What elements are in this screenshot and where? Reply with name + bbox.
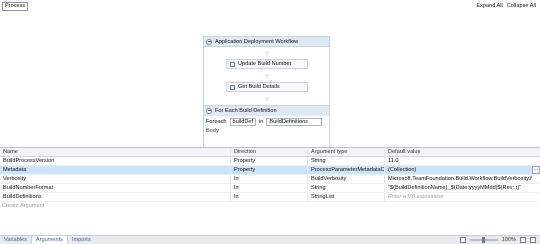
foreach-body-label: Body xyxy=(206,128,219,134)
flow-arrow-icon: ▽ xyxy=(265,97,269,103)
application-deployment-workflow[interactable]: Application Deployment Workflow ▽ Update… xyxy=(203,36,330,158)
argument-type-cell[interactable]: BuildVerbosity xyxy=(308,175,385,183)
activity-label: Update Build Number xyxy=(238,61,292,67)
workflow-title: Application Deployment Workflow xyxy=(215,38,299,45)
direction-cell[interactable]: Property xyxy=(231,157,308,165)
foreach-title: For Each Build Definition xyxy=(215,108,277,114)
table-row[interactable]: BuildProcessVersion Property String 11.0 xyxy=(0,157,540,166)
direction-cell[interactable]: In xyxy=(231,184,308,192)
argument-type-cell[interactable]: String xyxy=(308,184,385,192)
default-value-cell[interactable]: Microsoft.TeamFoundation.Build.Workflow.… xyxy=(385,175,532,183)
column-header-argument-type[interactable]: Argument type xyxy=(308,148,385,156)
direction-cell[interactable]: Property xyxy=(231,166,308,174)
argument-name-cell[interactable]: BuildNumberFormat xyxy=(0,184,231,192)
activity-icon xyxy=(230,61,235,67)
argument-type-cell[interactable]: ProcessParameterMetadataCollection xyxy=(308,166,385,174)
collapse-icon[interactable] xyxy=(206,38,212,45)
arguments-grid: Name Direction Argument type Default val… xyxy=(0,147,540,220)
table-row[interactable]: Verbosity In BuildVerbosity Microsoft.TeamF… xyxy=(0,175,540,184)
column-header-direction[interactable]: Direction xyxy=(231,148,308,156)
pan-icon[interactable] xyxy=(459,237,466,243)
tab-imports[interactable]: Imports xyxy=(68,236,95,244)
in-keyword: in xyxy=(259,119,264,125)
column-header-name[interactable]: Name xyxy=(0,148,231,156)
foreach-keyword: Foreach xyxy=(206,119,227,125)
collapse-icon[interactable] xyxy=(206,108,212,114)
table-row[interactable]: BuildNumberFormat In String "$(BuildDefinit… xyxy=(0,184,540,193)
expand-collapse-actions: Expand All Collapse All xyxy=(476,3,536,9)
column-header-default-value[interactable]: Default value xyxy=(385,148,532,156)
workflow-canvas: Application Deployment Workflow ▽ Update… xyxy=(0,14,540,158)
tab-arguments[interactable]: Arguments xyxy=(30,236,68,244)
grid-header: Name Direction Argument type Default val… xyxy=(0,148,540,157)
activity-icon xyxy=(230,84,235,90)
activity-label: Get Build Details xyxy=(238,84,280,90)
collapse-all-link[interactable]: Collapse All xyxy=(507,3,536,9)
fit-to-screen-icon[interactable] xyxy=(520,237,526,243)
default-value-cell[interactable]: 11.0 xyxy=(385,157,532,165)
flow-arrow-icon: ▽ xyxy=(265,51,269,57)
activity-update-build-number[interactable]: Update Build Number xyxy=(226,59,308,69)
expand-all-link[interactable]: Expand All xyxy=(476,3,502,9)
foreach-header: For Each Build Definition xyxy=(204,106,329,116)
foreach-activity[interactable]: For Each Build Definition Foreach buildD… xyxy=(204,105,329,134)
zoom-slider-knob[interactable] xyxy=(481,237,485,243)
tab-variables[interactable]: Variables xyxy=(0,236,31,244)
foreach-item-field[interactable]: buildDef xyxy=(229,118,257,126)
overview-map-icon[interactable] xyxy=(530,237,536,243)
argument-name-cell[interactable]: BuildProcessVersion xyxy=(0,157,231,165)
foreach-collection-field[interactable]: BuildDefinitions xyxy=(266,118,323,126)
workflow-header: Application Deployment Workflow xyxy=(204,37,329,47)
breadcrumb[interactable]: Process xyxy=(2,2,29,11)
argument-type-cell[interactable]: String xyxy=(308,157,385,165)
table-row[interactable]: BuildDefinitions In StringList Enter a VB e… xyxy=(0,193,540,202)
create-argument-row[interactable]: Create Argument xyxy=(0,202,540,210)
zoom-slider[interactable] xyxy=(469,237,498,243)
default-value-cell[interactable]: (Collection) xyxy=(385,166,532,174)
direction-cell[interactable]: In xyxy=(231,175,308,183)
argument-name-cell[interactable]: Verbosity xyxy=(0,175,231,183)
default-value-cell[interactable]: "$(BuildDefinitionName)_$(Date:yyyyMMdd)… xyxy=(385,184,532,192)
flow-arrow-icon: ▽ xyxy=(265,74,269,80)
activity-get-build-details[interactable]: Get Build Details xyxy=(226,82,308,92)
table-row[interactable]: Metadata Property ProcessParameterMetadata… xyxy=(0,166,540,175)
designer-toolbar: Process Expand All Collapse All xyxy=(0,0,540,14)
foreach-expression-row: Foreach buildDef in BuildDefinitions xyxy=(204,116,329,128)
edit-collection-button[interactable]: … xyxy=(532,166,540,174)
zoom-level[interactable]: 100% xyxy=(502,237,516,243)
zoom-controls: 100% xyxy=(459,237,540,243)
direction-cell[interactable]: In xyxy=(231,193,308,201)
argument-name-cell[interactable]: BuildDefinitions xyxy=(0,193,231,201)
status-bar: Variables Arguments Imports 100% xyxy=(0,235,540,244)
default-value-cell[interactable]: Enter a VB expression xyxy=(385,193,532,201)
argument-type-cell[interactable]: StringList xyxy=(308,193,385,201)
argument-name-cell[interactable]: Metadata xyxy=(0,166,231,174)
